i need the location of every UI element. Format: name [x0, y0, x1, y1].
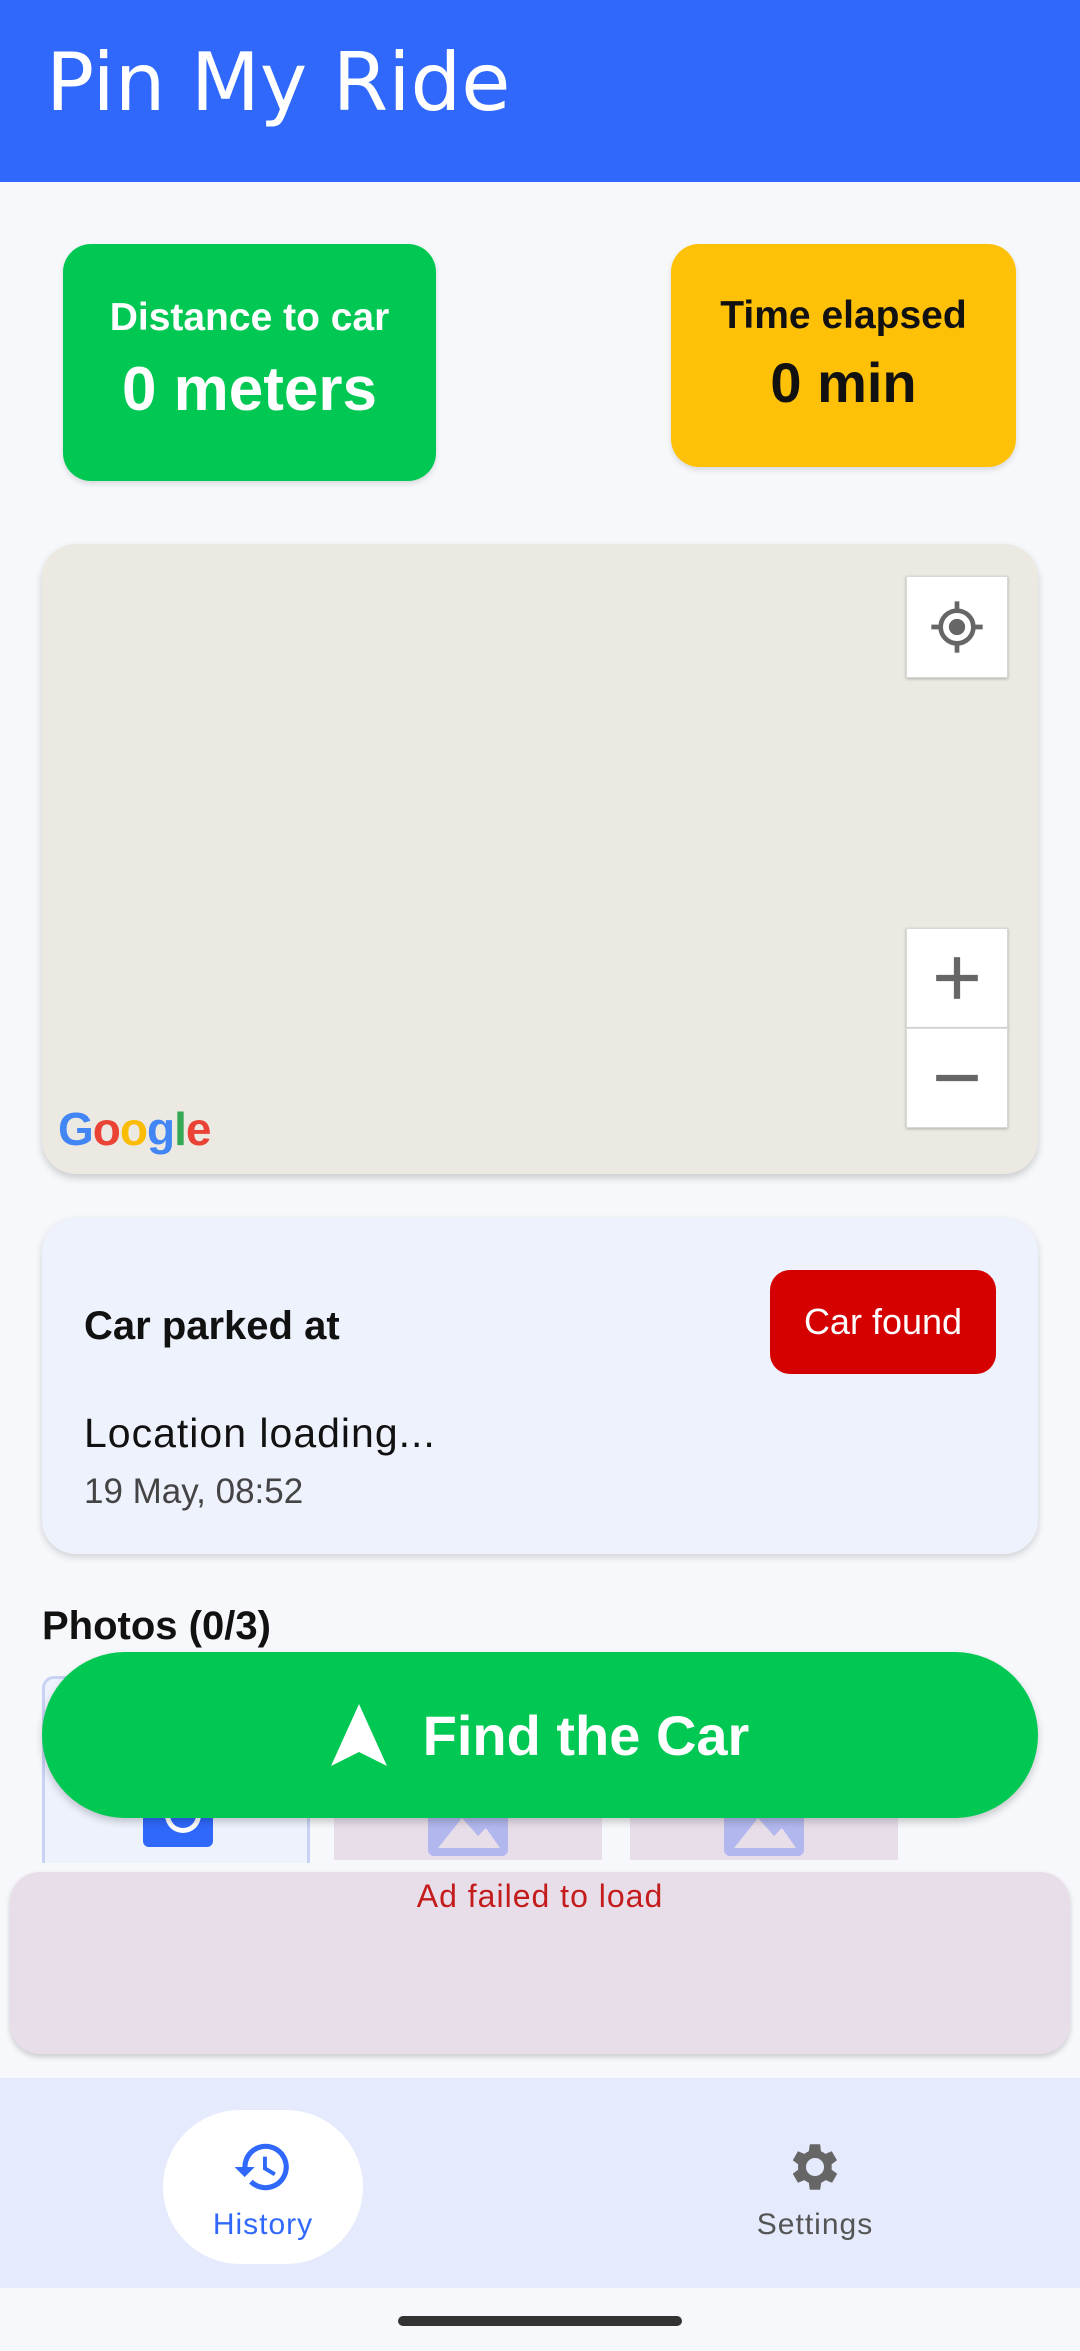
my-location-button[interactable]: [906, 576, 1008, 678]
ad-banner: Ad failed to load: [10, 1872, 1070, 2054]
time-elapsed-label: Time elapsed: [720, 294, 967, 337]
zoom-in-button[interactable]: [906, 928, 1008, 1028]
plus-icon: [936, 957, 978, 999]
my-location-icon: [931, 601, 983, 653]
minus-icon: [936, 1074, 978, 1082]
parked-location-card: Car parked at Car found Location loading…: [42, 1218, 1038, 1554]
distance-value: 0 meters: [121, 355, 378, 424]
distance-card: Distance to car 0 meters: [63, 244, 436, 481]
nav-item-settings[interactable]: Settings: [715, 2110, 915, 2264]
app-title: Pin My Ride: [46, 36, 511, 129]
history-icon: [234, 2143, 289, 2191]
zoom-out-button[interactable]: [906, 1028, 1008, 1128]
home-indicator[interactable]: [398, 2316, 682, 2326]
app-bar: Pin My Ride: [0, 0, 1080, 182]
distance-label: Distance to car: [109, 296, 390, 339]
parked-datetime: 19 May, 08:52: [84, 1472, 304, 1511]
parked-location-text: Location loading...: [84, 1410, 436, 1456]
nav-label-settings: Settings: [756, 2208, 874, 2241]
ad-error-message: Ad failed to load: [416, 1878, 664, 1914]
time-elapsed-value: 0 min: [770, 351, 917, 414]
parked-heading: Car parked at: [84, 1304, 340, 1348]
nav-label-history: History: [212, 2208, 314, 2241]
photos-title: Photos (0/3): [42, 1604, 271, 1648]
bottom-navigation: History Settings: [0, 2078, 1080, 2288]
google-logo: Google: [58, 1103, 211, 1155]
gear-icon: [792, 2144, 838, 2190]
find-the-car-label: Find the Car: [422, 1703, 750, 1767]
car-found-button[interactable]: Car found: [770, 1270, 996, 1374]
time-elapsed-card: Time elapsed 0 min: [671, 244, 1016, 467]
navigation-arrow-icon: [330, 1704, 387, 1766]
map-view[interactable]: Google: [42, 544, 1038, 1174]
nav-item-history[interactable]: History: [163, 2110, 363, 2264]
find-the-car-button[interactable]: Find the Car: [42, 1652, 1038, 1818]
